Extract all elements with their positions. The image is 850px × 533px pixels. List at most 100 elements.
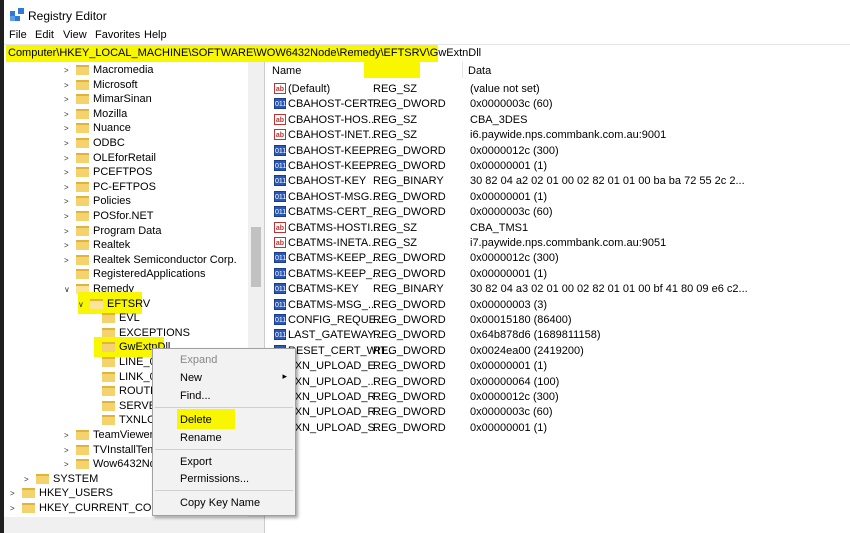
- column-separator[interactable]: [462, 62, 463, 78]
- value-row[interactable]: 011 CBAHOST-KEY REG_BINARY 30 82 04 a2 02 0…: [266, 174, 850, 189]
- chevron-right-icon[interactable]: >: [64, 168, 69, 177]
- value-row[interactable]: 011TXN_UPLOAD_...REG_DWORD0x00000064 (10…: [266, 375, 850, 390]
- chevron-down-icon[interactable]: ∨: [64, 285, 70, 294]
- string-value-icon: ab: [274, 83, 286, 94]
- menu-new[interactable]: New ▸: [153, 369, 295, 386]
- value-row[interactable]: ab CBAHOST-INET... REG_SZ i6.paywide.nps.co…: [266, 128, 850, 143]
- menu-view[interactable]: View: [63, 29, 87, 41]
- value-type: REG_DWORD: [373, 360, 446, 373]
- value-row[interactable]: 011RESET_CERT_WIT...REG_DWORD0x0024ea00 …: [266, 344, 850, 359]
- chevron-right-icon[interactable]: >: [64, 66, 69, 75]
- chevron-right-icon[interactable]: >: [64, 241, 69, 250]
- tree-node[interactable]: > Microsoft: [4, 78, 248, 93]
- tree-node[interactable]: > PC-EFTPOS: [4, 180, 248, 195]
- value-row[interactable]: 011 CBAHOST-KEEP... REG_DWORD 0x0000012c (3…: [266, 144, 850, 159]
- value-type: REG_DWORD: [373, 160, 446, 172]
- chevron-right-icon[interactable]: >: [64, 183, 69, 192]
- tree-node-label: Microsoft: [93, 78, 138, 91]
- value-row[interactable]: 011 CBATMS-MSG_... REG_DWORD 0x00000003 (3): [266, 298, 850, 313]
- chevron-right-icon[interactable]: >: [64, 212, 69, 221]
- value-row[interactable]: 011 CBATMS-KEEP_... REG_DWORD 0x00000001 (1…: [266, 267, 850, 282]
- chevron-right-icon[interactable]: >: [64, 95, 69, 104]
- menu-expand[interactable]: Expand: [153, 351, 295, 368]
- value-row[interactable]: 011 CBATMS-KEEP_... REG_DWORD 0x0000012c (3…: [266, 251, 850, 266]
- tree-node[interactable]: > PCEFTPOS: [4, 165, 248, 180]
- tree-node-label: Nuance: [93, 122, 131, 135]
- menu-help[interactable]: Help: [144, 29, 167, 41]
- window-title: Registry Editor: [28, 9, 107, 23]
- value-type: REG_DWORD: [373, 98, 446, 111]
- tree-node[interactable]: ∨ EFTSRV: [4, 291, 248, 314]
- chevron-right-icon[interactable]: >: [10, 489, 15, 498]
- tree-node[interactable]: > OLEforRetail: [4, 151, 248, 166]
- tree-node[interactable]: > Nuance: [4, 121, 248, 136]
- value-data: i6.paywide.nps.commbank.com.au:9001: [470, 129, 667, 142]
- tree-node[interactable]: > Program Data: [4, 224, 248, 239]
- tree-node[interactable]: > Realtek Semiconductor Corp.: [4, 253, 248, 268]
- tree-node[interactable]: > Realtek: [4, 238, 248, 253]
- chevron-right-icon[interactable]: >: [64, 227, 69, 236]
- tree-node[interactable]: RegisteredApplications: [4, 267, 248, 282]
- chevron-right-icon[interactable]: >: [64, 446, 69, 455]
- folder-icon: [76, 181, 89, 192]
- chevron-right-icon[interactable]: >: [64, 197, 69, 206]
- value-row[interactable]: 011TXN_UPLOAD_S...REG_DWORD0x00000001 (1…: [266, 421, 850, 436]
- value-type: REG_SZ: [373, 129, 418, 142]
- menu-delete[interactable]: Delete: [153, 411, 295, 428]
- tree-node[interactable]: > Policies: [4, 194, 248, 209]
- tree-node[interactable]: > POSfor.NET: [4, 209, 248, 224]
- menu-edit[interactable]: Edit: [35, 29, 54, 41]
- address-bar[interactable]: Computer\HKEY_LOCAL_MACHINE\SOFTWARE\WOW…: [4, 44, 850, 62]
- value-row[interactable]: ab CBAHOST-HOS... REG_SZ CBA_3DES: [266, 113, 850, 128]
- value-row[interactable]: 011 LAST_GATEWAY... REG_DWORD 0x64b878d6 (1…: [266, 328, 850, 343]
- value-row[interactable]: 011 CBAHOST-KEEP... REG_DWORD 0x00000001 (1…: [266, 159, 850, 174]
- value-row[interactable]: 011 CBATMS-CERT_... REG_DWORD 0x0000003c (6…: [266, 205, 850, 220]
- tree-node[interactable]: EVL: [4, 311, 248, 326]
- value-data: 0x64b878d6 (1689811158): [470, 329, 601, 342]
- chevron-right-icon[interactable]: >: [64, 139, 69, 148]
- chevron-down-icon[interactable]: ∨: [78, 300, 84, 309]
- value-row[interactable]: 011 CBAHOST-MSG... REG_DWORD 0x00000001 (1): [266, 190, 850, 205]
- folder-icon: [90, 298, 103, 309]
- column-header-name[interactable]: Name: [272, 65, 301, 77]
- value-row[interactable]: ab CBATMS-HOSTI... REG_SZ CBA_TMS1: [266, 221, 850, 236]
- folder-icon: [76, 240, 89, 251]
- menu-copy-key-name[interactable]: Copy Key Name: [153, 494, 295, 511]
- column-header-data[interactable]: Data: [468, 65, 491, 77]
- chevron-right-icon[interactable]: >: [64, 110, 69, 119]
- chevron-right-icon[interactable]: >: [64, 431, 69, 440]
- menu-file[interactable]: File: [9, 29, 27, 41]
- folder-icon: [76, 79, 89, 90]
- chevron-right-icon[interactable]: >: [10, 504, 15, 513]
- value-row[interactable]: 011TXN_UPLOAD_E...REG_DWORD0x00000001 (1…: [266, 359, 850, 374]
- chevron-right-icon[interactable]: >: [64, 460, 69, 469]
- menu-find[interactable]: Find...: [153, 387, 295, 404]
- value-row[interactable]: ab CBATMS-INETA... REG_SZ i7.paywide.nps.co…: [266, 236, 850, 251]
- menu-export[interactable]: Export: [153, 453, 295, 470]
- tree-scroll-thumb[interactable]: [251, 227, 261, 287]
- value-row[interactable]: 011 CONFIG_REQUE... REG_DWORD 0x00015180 (8…: [266, 313, 850, 328]
- menu-favorites[interactable]: Favorites: [95, 29, 140, 41]
- value-row[interactable]: 011TXN_UPLOAD_R...REG_DWORD0x0000003c (6…: [266, 405, 850, 420]
- tree-node[interactable]: > Macromedia: [4, 63, 248, 78]
- menu-permissions[interactable]: Permissions...: [153, 470, 295, 487]
- tree-horizontal-scrollbar[interactable]: [4, 517, 264, 533]
- value-row[interactable]: 011TXN_UPLOAD_R...REG_DWORD0x0000012c (3…: [266, 390, 850, 405]
- value-data: 0x00000001 (1): [470, 360, 548, 373]
- folder-icon: [22, 488, 35, 499]
- value-row[interactable]: 011 CBATMS-KEY REG_BINARY 30 82 04 a3 02 01…: [266, 282, 850, 297]
- chevron-right-icon[interactable]: >: [64, 154, 69, 163]
- value-row[interactable]: ab (Default) REG_SZ (value not set): [266, 82, 850, 97]
- menu-rename[interactable]: Rename: [153, 429, 295, 446]
- tree-node[interactable]: > ODBC: [4, 136, 248, 151]
- chevron-right-icon[interactable]: >: [24, 475, 29, 484]
- value-row[interactable]: 011 CBAHOST-CERT... REG_DWORD 0x0000003c (6…: [266, 97, 850, 112]
- chevron-right-icon[interactable]: >: [64, 124, 69, 133]
- address-path[interactable]: Computer\HKEY_LOCAL_MACHINE\SOFTWARE\WOW…: [8, 47, 481, 59]
- chevron-right-icon[interactable]: >: [64, 81, 69, 90]
- chevron-right-icon[interactable]: >: [64, 256, 69, 265]
- tree-node[interactable]: > MimarSinan: [4, 92, 248, 107]
- values-list[interactable]: Name Type Data ab(Default)REG_SZ(value n…: [266, 62, 850, 533]
- value-data: 0x0000012c (300): [470, 391, 559, 403]
- tree-node[interactable]: > Mozilla: [4, 107, 248, 122]
